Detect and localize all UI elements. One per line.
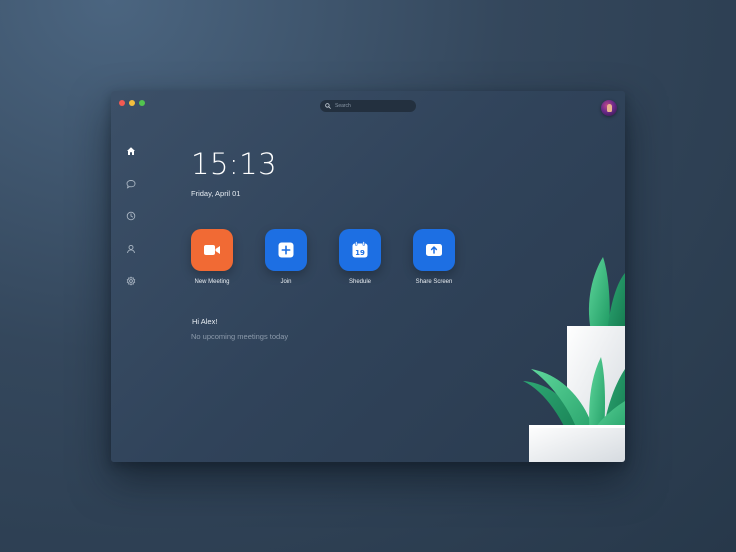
close-window-button[interactable]: [119, 100, 125, 106]
plant-illustration: [523, 257, 625, 462]
no-meetings-text: No upcoming meetings today: [191, 332, 289, 341]
clock-icon: [126, 211, 136, 221]
join-button[interactable]: Join: [256, 229, 316, 285]
sidebar-item-settings[interactable]: [125, 275, 137, 287]
join-label: Join: [280, 279, 292, 285]
app-window: Search 15:13 Friday, April 01 New Meetin…: [111, 91, 625, 462]
user-avatar[interactable]: [601, 100, 617, 116]
schedule-button[interactable]: 19 Shedule: [330, 229, 390, 285]
sidebar-item-chat[interactable]: [125, 178, 137, 190]
calendar-icon: 19: [352, 241, 368, 258]
share-screen-button[interactable]: Share Screen: [404, 229, 464, 285]
share-screen-label: Share Screen: [415, 279, 453, 285]
chat-icon: [126, 179, 136, 189]
new-meeting-tile[interactable]: [191, 229, 233, 271]
current-time: 15:13: [191, 147, 278, 181]
settings-icon: [126, 276, 136, 286]
maximize-window-button[interactable]: [139, 100, 145, 106]
video-camera-icon: [204, 245, 220, 255]
schedule-label: Shedule: [348, 279, 372, 285]
window-controls: [119, 100, 145, 106]
share-screen-tile[interactable]: [413, 229, 455, 271]
new-meeting-label: New Meeting: [194, 279, 230, 285]
sidebar-item-home[interactable]: [125, 145, 137, 157]
contacts-icon: [127, 244, 135, 253]
greeting-text: Hi Alex!: [192, 317, 218, 326]
join-tile[interactable]: [265, 229, 307, 271]
calendar-day: 19: [355, 249, 365, 257]
new-meeting-button[interactable]: New Meeting: [182, 229, 242, 285]
search-placeholder: Search: [335, 103, 351, 109]
plus-icon: [278, 242, 294, 258]
share-screen-icon: [426, 244, 442, 256]
search-icon: [325, 103, 331, 109]
sidebar: [125, 145, 137, 308]
current-date: Friday, April 01: [191, 189, 241, 198]
sidebar-item-contacts[interactable]: [125, 243, 137, 255]
schedule-tile[interactable]: 19: [339, 229, 381, 271]
home-icon: [127, 147, 135, 155]
search-bar[interactable]: Search: [320, 100, 416, 112]
minimize-window-button[interactable]: [129, 100, 135, 106]
sidebar-item-history[interactable]: [125, 210, 137, 222]
